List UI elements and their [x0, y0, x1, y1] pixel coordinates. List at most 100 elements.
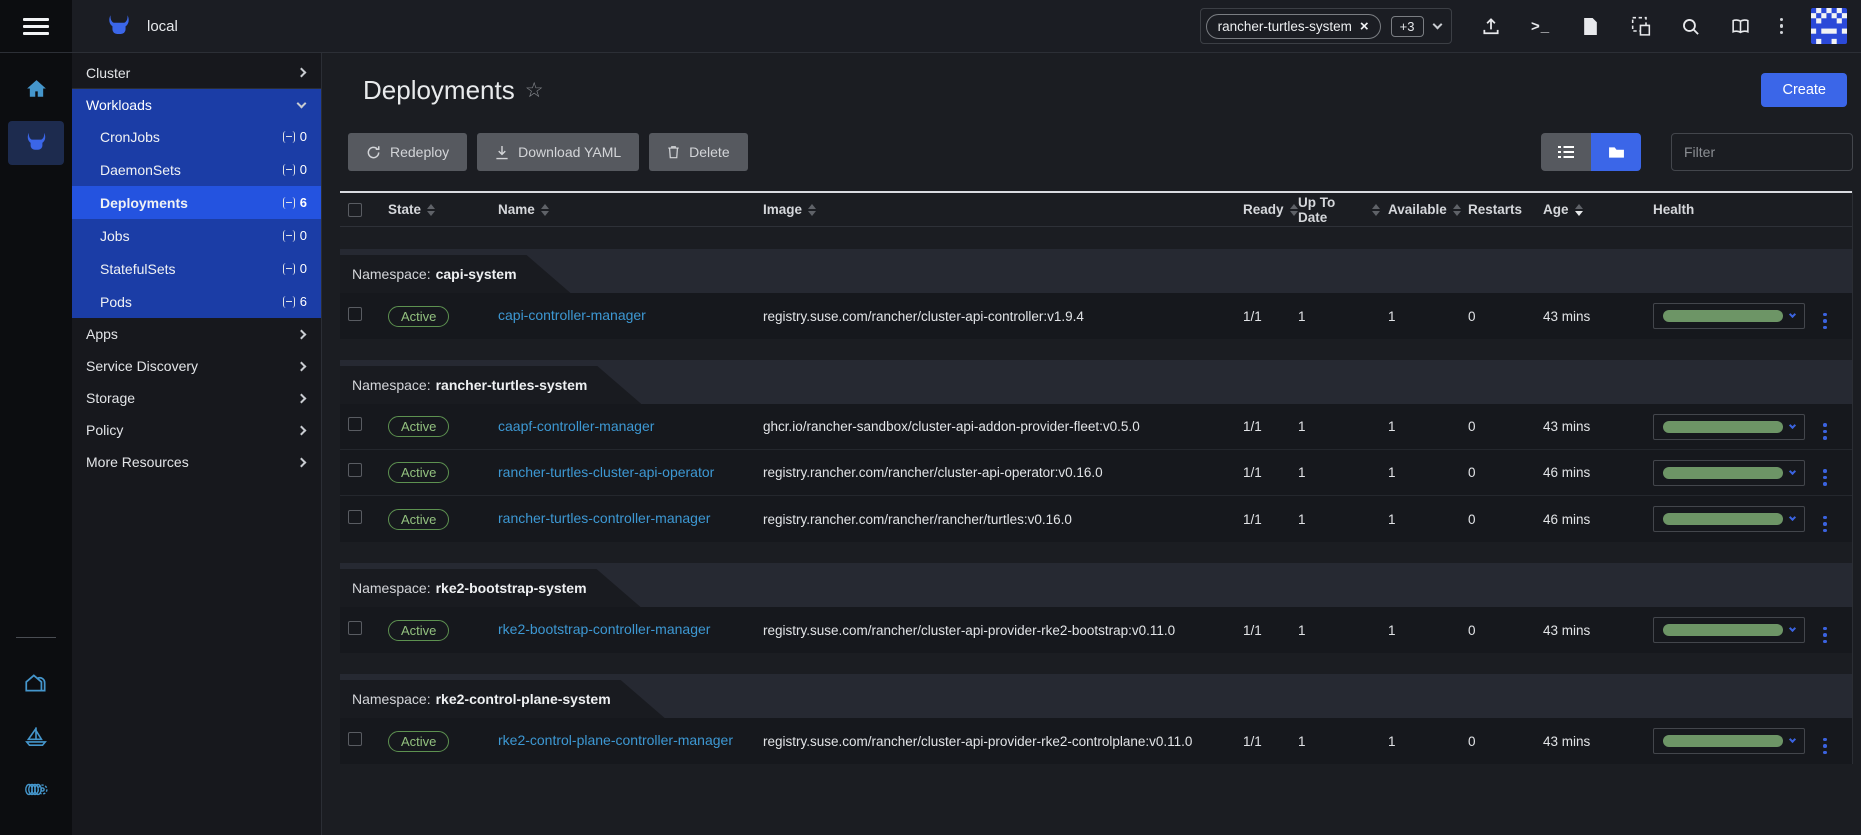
chip-close-icon[interactable]: ×: [1360, 18, 1369, 35]
extensions-button[interactable]: [14, 769, 58, 809]
kubectl-shell-icon[interactable]: >_: [1530, 14, 1552, 38]
sidebar-item-apps[interactable]: Apps: [72, 318, 321, 350]
header-name[interactable]: Name: [490, 202, 755, 217]
namespace-name: rke2-bootstrap-system: [436, 580, 587, 596]
image-cell: registry.suse.com/rancher/cluster-api-co…: [755, 309, 1235, 324]
row-checkbox[interactable]: [348, 732, 362, 746]
sidebar-item-statefulsets[interactable]: StatefulSets 0: [72, 252, 321, 285]
sidebar-item-label: DaemonSets: [100, 162, 181, 178]
namespace-group: Namespace: rke2-control-plane-system Act…: [340, 674, 1852, 764]
row-checkbox[interactable]: [348, 307, 362, 321]
namespace-filter[interactable]: rancher-turtles-system × +3: [1200, 8, 1452, 44]
main-content: Deployments ☆ Create Redeploy Download Y…: [322, 53, 1861, 835]
row-checkbox[interactable]: [348, 417, 362, 431]
download-yaml-button[interactable]: Download YAML: [477, 133, 639, 171]
header-available[interactable]: Available: [1380, 202, 1460, 217]
age-cell: 43 mins: [1535, 623, 1645, 638]
select-all-checkbox[interactable]: [348, 203, 362, 217]
namespace-prefix-label: Namespace:: [352, 691, 431, 707]
chevron-down-icon[interactable]: [1432, 20, 1442, 30]
sidebar-item-jobs[interactable]: Jobs 0: [72, 219, 321, 252]
health-dropdown[interactable]: [1653, 414, 1805, 440]
sidebar-item-cluster[interactable]: Cluster: [72, 57, 321, 89]
sidebar-item-service-discovery[interactable]: Service Discovery: [72, 350, 321, 382]
deployment-name-link[interactable]: rancher-turtles-cluster-api-operator: [498, 464, 714, 480]
deployment-name-link[interactable]: caapf-controller-manager: [498, 418, 654, 434]
chevron-right-icon: [297, 425, 307, 435]
create-button[interactable]: Create: [1761, 73, 1847, 107]
sidebar-item-workloads[interactable]: Workloads: [72, 89, 321, 120]
hamburger-menu-icon[interactable]: [23, 18, 49, 35]
namespace-chip[interactable]: rancher-turtles-system ×: [1206, 14, 1381, 39]
row-checkbox[interactable]: [348, 621, 362, 635]
home-button[interactable]: [14, 69, 58, 109]
health-dropdown[interactable]: [1653, 460, 1805, 486]
search-icon[interactable]: [1680, 14, 1702, 38]
sidebar-item-label: Policy: [86, 422, 123, 438]
delete-button[interactable]: Delete: [649, 133, 747, 171]
health-bar: [1663, 624, 1783, 636]
age-cell: 43 mins: [1535, 309, 1645, 324]
rail-divider: [16, 637, 56, 638]
up-to-date-cell: 1: [1290, 512, 1380, 527]
health-dropdown[interactable]: [1653, 506, 1805, 532]
header-ready[interactable]: Ready: [1235, 202, 1290, 217]
row-actions-menu-icon[interactable]: [1823, 738, 1827, 755]
sidebar-item-deployments[interactable]: Deployments 6: [72, 186, 321, 219]
upload-icon[interactable]: [1480, 14, 1502, 38]
sidebar-item-more-resources[interactable]: More Resources: [72, 446, 321, 478]
count-icon: [283, 131, 295, 143]
sidebar-item-policy[interactable]: Policy: [72, 414, 321, 446]
sidebar-item-cronjobs[interactable]: CronJobs 0: [72, 120, 321, 153]
row-actions-menu-icon[interactable]: [1823, 516, 1827, 533]
more-namespaces-badge[interactable]: +3: [1391, 16, 1424, 37]
chevron-right-icon: [297, 68, 307, 78]
namespace-tab: Namespace: rke2-bootstrap-system: [340, 569, 641, 607]
deployment-name-link[interactable]: rke2-bootstrap-controller-manager: [498, 621, 710, 637]
docs-icon[interactable]: [1730, 14, 1752, 38]
health-dropdown[interactable]: [1653, 617, 1805, 643]
age-cell: 43 mins: [1535, 419, 1645, 434]
health-dropdown[interactable]: [1653, 303, 1805, 329]
brand[interactable]: local: [104, 14, 178, 39]
deployment-name-link[interactable]: rancher-turtles-controller-manager: [498, 510, 710, 526]
fleet-button[interactable]: [14, 716, 58, 756]
row-checkbox[interactable]: [348, 510, 362, 524]
file-icon[interactable]: [1580, 14, 1602, 38]
row-checkbox[interactable]: [348, 463, 362, 477]
deployment-name-link[interactable]: rke2-control-plane-controller-manager: [498, 732, 733, 748]
sidebar-item-daemonsets[interactable]: DaemonSets 0: [72, 153, 321, 186]
avatar[interactable]: [1811, 8, 1847, 44]
row-actions-menu-icon[interactable]: [1823, 423, 1827, 440]
list-view-button[interactable]: [1541, 133, 1591, 171]
header-image[interactable]: Image: [755, 202, 1235, 217]
health-dropdown[interactable]: [1653, 728, 1805, 754]
health-bar: [1663, 513, 1783, 525]
row-actions-menu-icon[interactable]: [1823, 627, 1827, 644]
row-actions-menu-icon[interactable]: [1823, 313, 1827, 330]
header-age[interactable]: Age: [1535, 202, 1645, 217]
available-cell: 1: [1380, 309, 1460, 324]
health-bar: [1663, 467, 1783, 479]
kebab-menu-icon[interactable]: [1780, 18, 1784, 35]
sidebar-item-storage[interactable]: Storage: [72, 382, 321, 414]
header-state[interactable]: State: [380, 202, 490, 217]
favorite-star-icon[interactable]: ☆: [525, 78, 544, 103]
redeploy-button[interactable]: Redeploy: [348, 133, 467, 171]
restarts-cell: 0: [1460, 734, 1535, 749]
table-row: Active capi-controller-manager registry.…: [340, 293, 1852, 339]
namespace-name: rancher-turtles-system: [436, 377, 588, 393]
import-yaml-icon[interactable]: [1630, 14, 1652, 38]
available-cell: 1: [1380, 419, 1460, 434]
namespace-header: Namespace: rke2-control-plane-system: [340, 674, 1852, 718]
header-up-to-date[interactable]: Up To Date: [1290, 195, 1380, 225]
row-actions-menu-icon[interactable]: [1823, 469, 1827, 486]
header-restarts: Restarts: [1460, 202, 1535, 217]
filter-input[interactable]: [1671, 133, 1853, 171]
deployment-name-link[interactable]: capi-controller-manager: [498, 307, 646, 323]
harvester-button[interactable]: [14, 663, 58, 703]
sidebar-item-pods[interactable]: Pods 6: [72, 285, 321, 318]
cluster-manager-button[interactable]: [8, 121, 64, 165]
table-header: State Name Image Ready Up To Date Availa…: [340, 191, 1852, 227]
grouped-view-button[interactable]: [1591, 133, 1641, 171]
